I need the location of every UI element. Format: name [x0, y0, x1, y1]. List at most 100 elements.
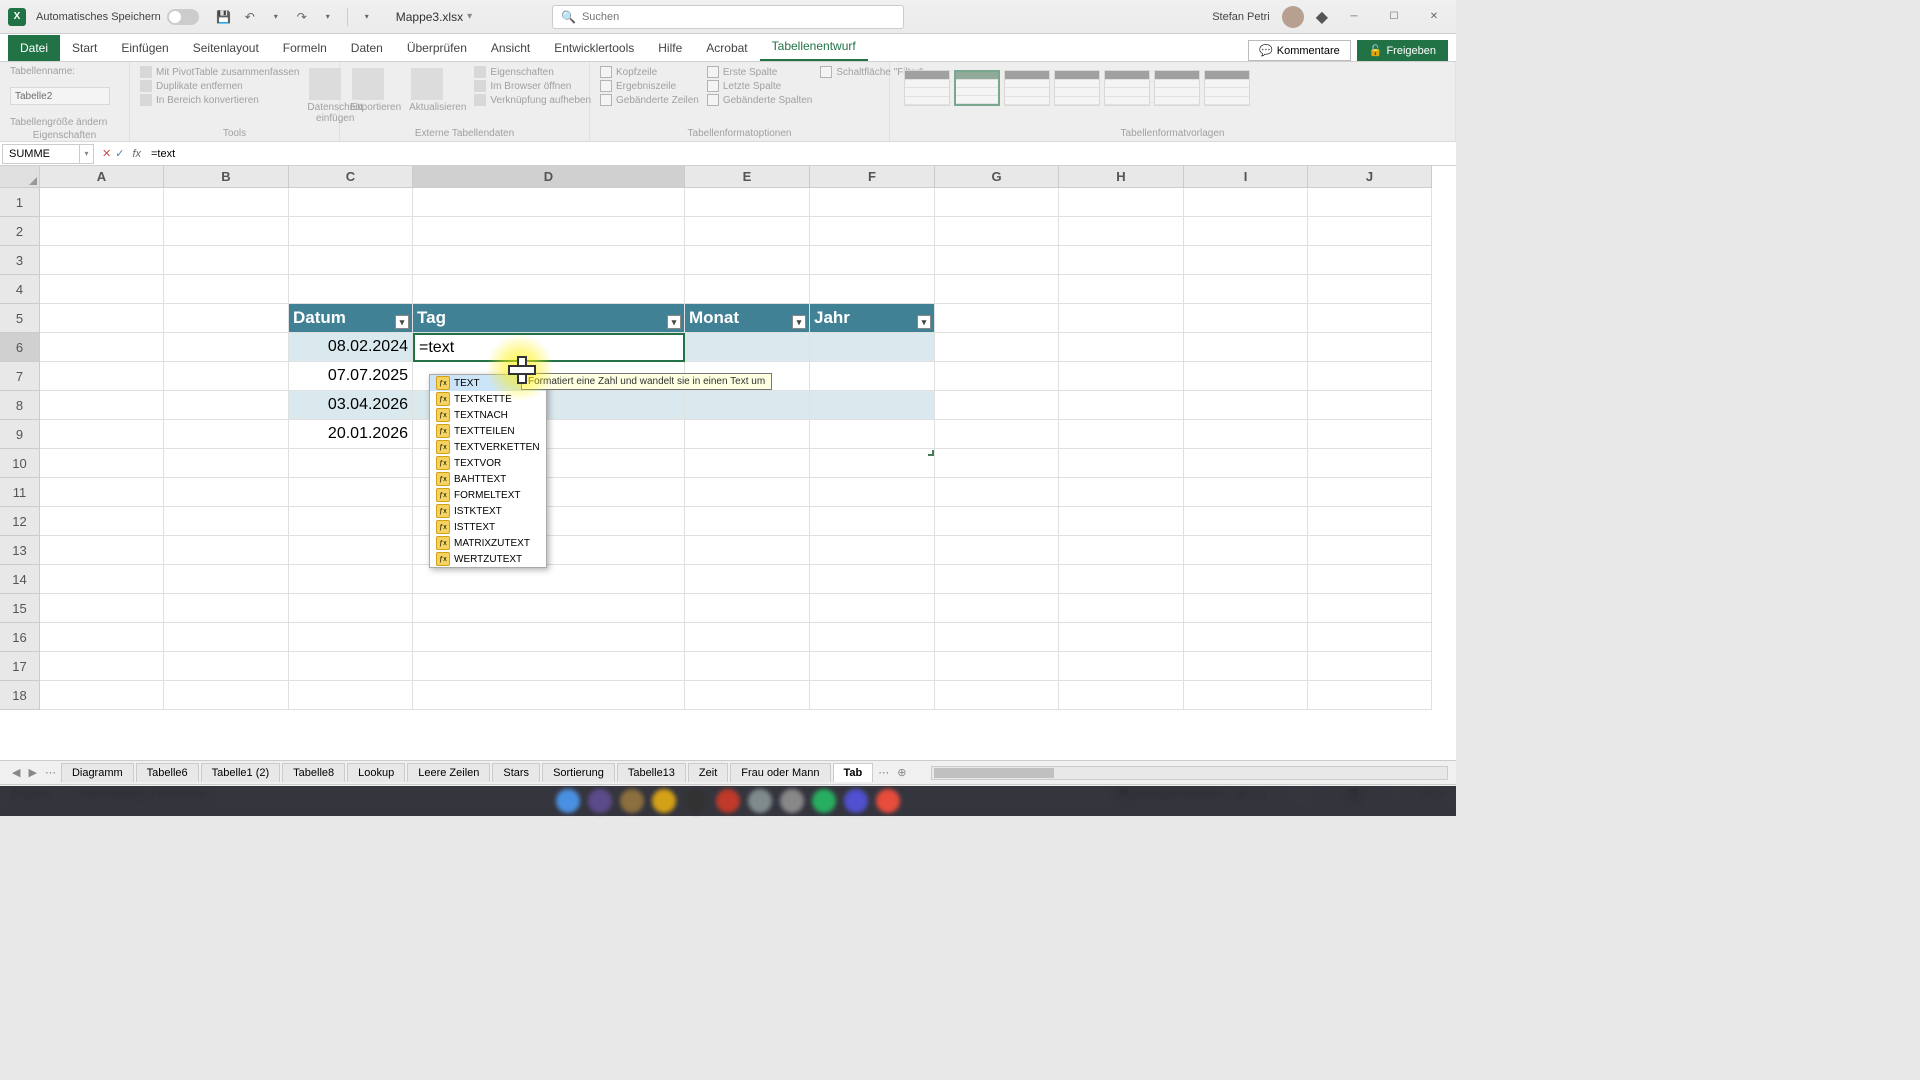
- cell-F7[interactable]: [810, 362, 935, 391]
- cell-H15[interactable]: [1059, 594, 1184, 623]
- autocomplete-item[interactable]: TEXTNACH: [430, 407, 546, 423]
- cell-F4[interactable]: [810, 275, 935, 304]
- sheet-tab[interactable]: Tabelle6: [136, 763, 199, 782]
- cell-D15[interactable]: [413, 594, 685, 623]
- autocomplete-item[interactable]: TEXTTEILEN: [430, 423, 546, 439]
- filename-dd[interactable]: ▾: [467, 11, 472, 22]
- row-header-5[interactable]: 5: [0, 304, 40, 333]
- kommentare-button[interactable]: 💬Kommentare: [1248, 40, 1351, 61]
- cell-F13[interactable]: [810, 536, 935, 565]
- cell-A10[interactable]: [40, 449, 164, 478]
- cell-C1[interactable]: [289, 188, 413, 217]
- chk-header[interactable]: Kopfzeile: [600, 66, 699, 78]
- cell-H1[interactable]: [1059, 188, 1184, 217]
- cell-I12[interactable]: [1184, 507, 1308, 536]
- cell-G2[interactable]: [935, 217, 1059, 246]
- autocomplete-item[interactable]: BAHTTEXT: [430, 471, 546, 487]
- undo-dd[interactable]: ▾: [267, 8, 285, 26]
- pivot-summary[interactable]: Mit PivotTable zusammenfassen: [140, 66, 299, 78]
- cell-D18[interactable]: [413, 681, 685, 710]
- row-header-2[interactable]: 2: [0, 217, 40, 246]
- cell-E14[interactable]: [685, 565, 810, 594]
- redo-icon[interactable]: ↷: [293, 8, 311, 26]
- cell-C13[interactable]: [289, 536, 413, 565]
- cell-I3[interactable]: [1184, 246, 1308, 275]
- tab-file[interactable]: Datei: [8, 35, 60, 61]
- cell-E6[interactable]: [685, 333, 810, 362]
- row-header-10[interactable]: 10: [0, 449, 40, 478]
- cell-E17[interactable]: [685, 652, 810, 681]
- cell-E11[interactable]: [685, 478, 810, 507]
- row-header-8[interactable]: 8: [0, 391, 40, 420]
- cell-E3[interactable]: [685, 246, 810, 275]
- cell-F14[interactable]: [810, 565, 935, 594]
- tab-nav-prev[interactable]: ◀: [12, 766, 20, 779]
- function-autocomplete[interactable]: TEXTTEXTKETTETEXTNACHTEXTTEILENTEXTVERKE…: [429, 374, 547, 568]
- cell-F11[interactable]: [810, 478, 935, 507]
- row-header-14[interactable]: 14: [0, 565, 40, 594]
- cell-J3[interactable]: [1308, 246, 1432, 275]
- cell-F8[interactable]: [810, 391, 935, 420]
- row-header-6[interactable]: 6: [0, 333, 40, 362]
- cell-J8[interactable]: [1308, 391, 1432, 420]
- cell-I11[interactable]: [1184, 478, 1308, 507]
- cell-A8[interactable]: [40, 391, 164, 420]
- tab-nav-next[interactable]: ▶: [28, 766, 36, 779]
- cell-F1[interactable]: [810, 188, 935, 217]
- cell-D5[interactable]: Tag▾: [413, 304, 685, 333]
- redo-dd[interactable]: ▾: [319, 8, 337, 26]
- sheet-tab[interactable]: Sortierung: [542, 763, 615, 782]
- tab-seitenlayout[interactable]: Seitenlayout: [181, 35, 271, 61]
- worksheet[interactable]: ABCDEFGHIJ 123456789101112131415161718 D…: [0, 166, 1456, 760]
- col-header-A[interactable]: A: [40, 166, 164, 188]
- tab-formeln[interactable]: Formeln: [271, 35, 339, 61]
- cell-E5[interactable]: Monat▾: [685, 304, 810, 333]
- cell-C14[interactable]: [289, 565, 413, 594]
- cell-G12[interactable]: [935, 507, 1059, 536]
- col-header-J[interactable]: J: [1308, 166, 1432, 188]
- cell-H9[interactable]: [1059, 420, 1184, 449]
- table-styles-gallery[interactable]: [900, 66, 1445, 110]
- undo-icon[interactable]: ↶: [241, 8, 259, 26]
- cell-E13[interactable]: [685, 536, 810, 565]
- slicer-icon[interactable]: [309, 68, 341, 100]
- cell-D14[interactable]: [413, 565, 685, 594]
- cell-C17[interactable]: [289, 652, 413, 681]
- col-header-G[interactable]: G: [935, 166, 1059, 188]
- row-header-9[interactable]: 9: [0, 420, 40, 449]
- cell-J13[interactable]: [1308, 536, 1432, 565]
- cell-I13[interactable]: [1184, 536, 1308, 565]
- tab-acrobat[interactable]: Acrobat: [694, 35, 759, 61]
- cell-J18[interactable]: [1308, 681, 1432, 710]
- cell-A1[interactable]: [40, 188, 164, 217]
- sheet-tab[interactable]: Tabelle13: [617, 763, 686, 782]
- cell-G15[interactable]: [935, 594, 1059, 623]
- cell-A7[interactable]: [40, 362, 164, 391]
- tab-start[interactable]: Start: [60, 35, 109, 61]
- cell-C6[interactable]: 08.02.2024: [289, 333, 413, 362]
- cell-J9[interactable]: [1308, 420, 1432, 449]
- row-header-13[interactable]: 13: [0, 536, 40, 565]
- cell-B7[interactable]: [164, 362, 289, 391]
- autocomplete-item[interactable]: WERTZUTEXT: [430, 551, 546, 567]
- cell-C3[interactable]: [289, 246, 413, 275]
- cell-F10[interactable]: [810, 449, 935, 478]
- cell-H14[interactable]: [1059, 565, 1184, 594]
- cell-A3[interactable]: [40, 246, 164, 275]
- cell-G16[interactable]: [935, 623, 1059, 652]
- sheet-tab[interactable]: Tabelle8: [282, 763, 345, 782]
- cell-H8[interactable]: [1059, 391, 1184, 420]
- cell-G13[interactable]: [935, 536, 1059, 565]
- refresh-icon[interactable]: [411, 68, 443, 100]
- cell-I17[interactable]: [1184, 652, 1308, 681]
- unlink[interactable]: Verknüpfung aufheben: [474, 94, 591, 106]
- autosave-toggle[interactable]: [167, 9, 199, 25]
- sheet-tab[interactable]: Tab: [833, 763, 874, 782]
- cell-B5[interactable]: [164, 304, 289, 333]
- cell-B1[interactable]: [164, 188, 289, 217]
- row-header-16[interactable]: 16: [0, 623, 40, 652]
- chk-first-col[interactable]: Erste Spalte: [707, 66, 813, 78]
- cell-H18[interactable]: [1059, 681, 1184, 710]
- sheet-tab[interactable]: Leere Zeilen: [407, 763, 490, 782]
- cell-A17[interactable]: [40, 652, 164, 681]
